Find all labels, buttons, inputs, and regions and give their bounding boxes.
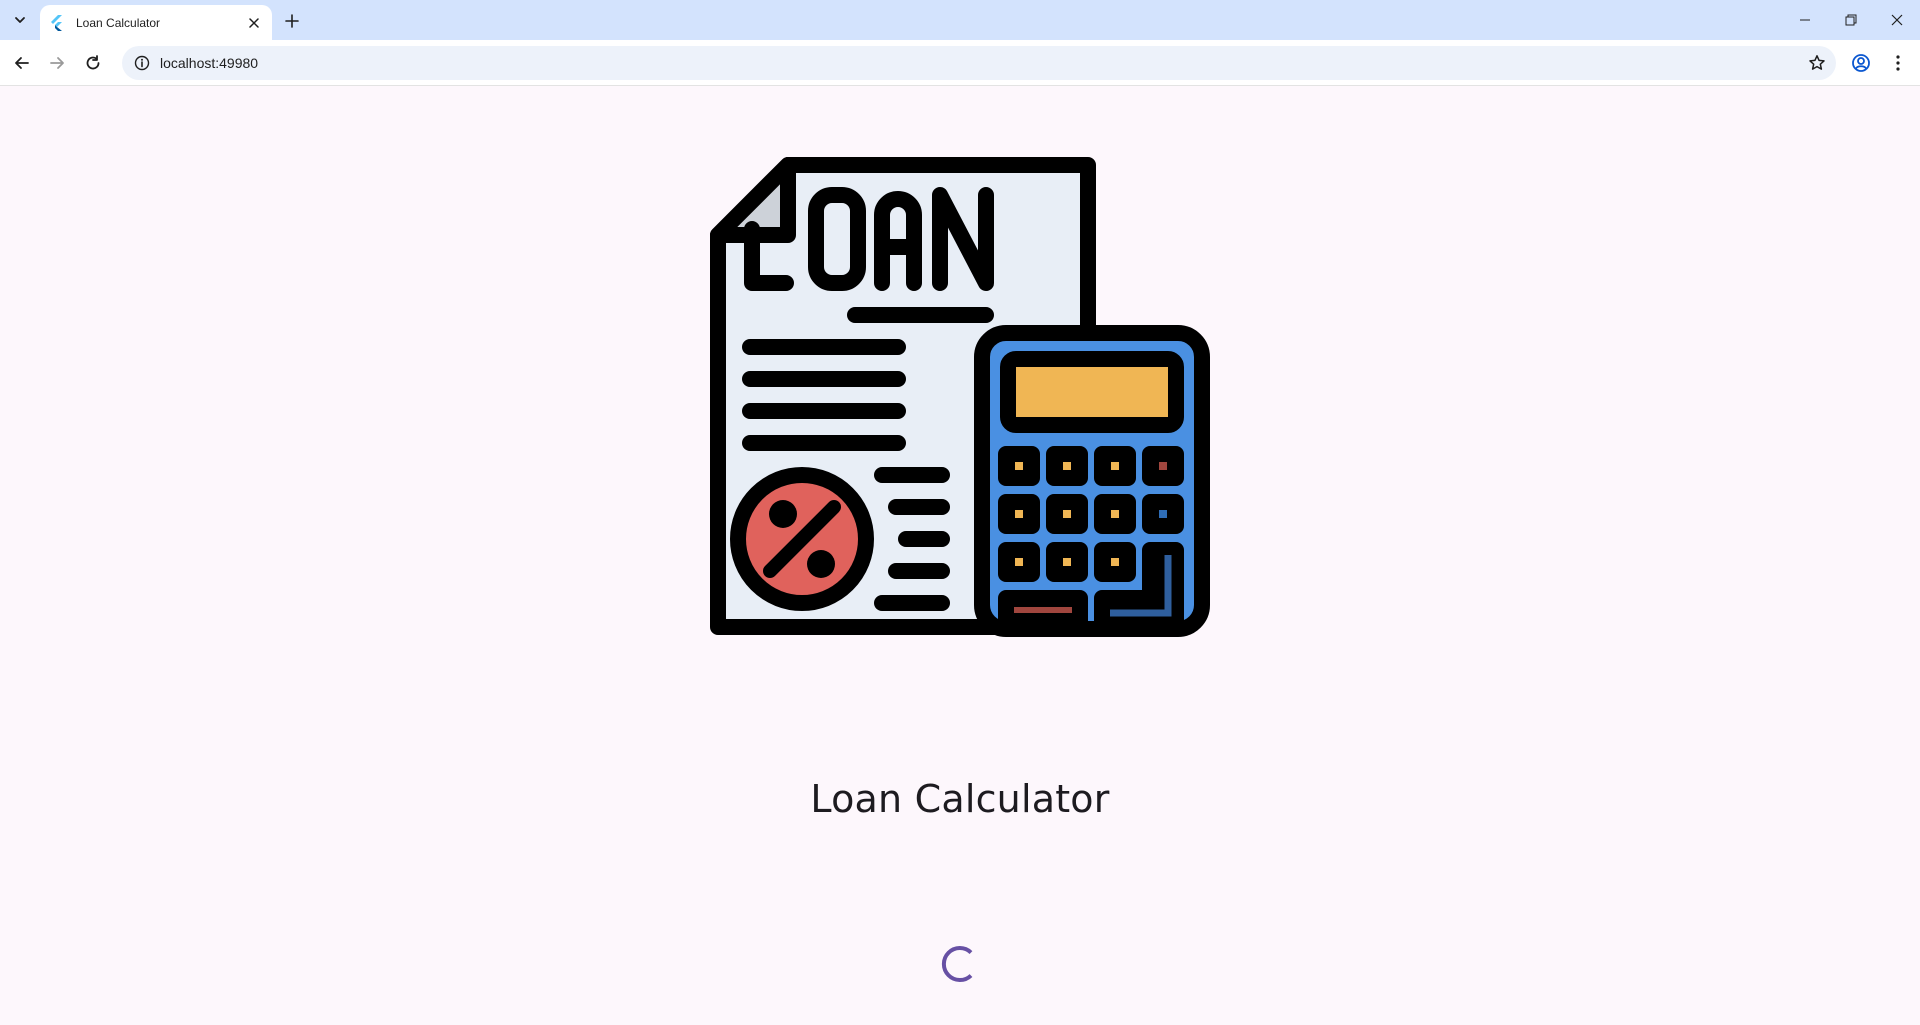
restore-button[interactable] (1828, 0, 1874, 40)
url-text: localhost:49980 (160, 55, 259, 71)
new-tab-button[interactable] (280, 9, 304, 33)
minimize-button[interactable] (1782, 0, 1828, 40)
loading-spinner (941, 946, 973, 982)
browser-toolbar: localhost:49980 (0, 40, 1920, 86)
address-bar[interactable]: localhost:49980 (122, 46, 1836, 80)
close-icon (1891, 14, 1903, 26)
tab-title: Loan Calculator (76, 15, 161, 30)
tab-search-button[interactable] (8, 8, 32, 32)
account-icon (1852, 54, 1870, 72)
loan-document-calculator-icon (710, 157, 1210, 637)
tab-strip: Loan Calculator (0, 0, 1920, 40)
page-title: Loan Calculator (810, 777, 1110, 821)
menu-button[interactable] (1882, 47, 1914, 79)
arrow-left-icon (15, 57, 29, 69)
arrow-right-icon (50, 57, 64, 69)
restore-icon (1845, 14, 1857, 26)
reload-button[interactable] (77, 47, 109, 79)
page-content: Loan Calculator (0, 87, 1920, 1025)
forward-button[interactable] (41, 47, 73, 79)
chevron-down-icon (15, 17, 25, 23)
profile-button[interactable] (1845, 47, 1877, 79)
star-icon[interactable] (1808, 54, 1826, 72)
minimize-icon (1800, 19, 1810, 21)
kebab-icon (1896, 55, 1900, 71)
close-window-button[interactable] (1874, 0, 1920, 40)
browser-tab[interactable]: Loan Calculator (40, 5, 272, 40)
info-icon[interactable] (134, 55, 150, 71)
back-button[interactable] (6, 47, 38, 79)
plus-icon (285, 14, 299, 28)
flutter-icon (50, 14, 66, 31)
reload-icon (86, 55, 100, 70)
close-icon[interactable] (246, 15, 262, 31)
